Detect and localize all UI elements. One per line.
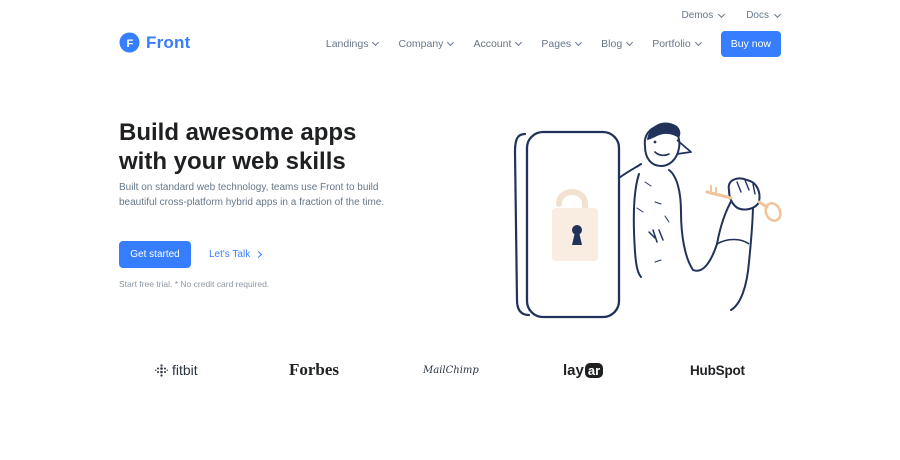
nav-label: Portfolio xyxy=(652,38,691,50)
nav-item-pages[interactable]: Pages xyxy=(541,38,583,50)
forbes-logo: Forbes xyxy=(289,360,340,379)
buy-now-button[interactable]: Buy now xyxy=(720,31,781,57)
nav-label: Pages xyxy=(541,38,572,50)
nav-item-account[interactable]: Account xyxy=(473,38,523,50)
get-started-button[interactable]: Get started xyxy=(119,241,191,268)
top-utility-bar: Demos Docs xyxy=(681,10,782,21)
svg-text:F: F xyxy=(127,38,134,50)
docs-dropdown[interactable]: Docs xyxy=(746,10,782,21)
hero-title-line-2: with your web skills xyxy=(119,148,346,175)
fitbit-text: fitbit xyxy=(172,362,198,378)
lets-talk-link[interactable]: Let's Talk xyxy=(209,241,263,268)
chevron-down-icon xyxy=(694,38,702,47)
chevron-down-icon xyxy=(773,10,782,18)
hero-title: Build awesome apps with your web skills xyxy=(119,118,419,176)
nav-item-blog[interactable]: Blog xyxy=(601,38,634,50)
chevron-down-icon xyxy=(575,38,583,47)
nav-item-company[interactable]: Company xyxy=(398,38,455,50)
nav-label: Landings xyxy=(325,38,369,50)
chevron-right-icon xyxy=(255,250,263,259)
nav-label: Company xyxy=(398,38,444,50)
hero-description: Built on standard web technology, teams … xyxy=(119,182,385,208)
chevron-down-icon xyxy=(372,38,380,47)
hubspot-logo: HubSpot xyxy=(690,362,745,378)
layar-suffix: ar xyxy=(584,362,604,378)
demos-dropdown[interactable]: Demos xyxy=(681,10,726,21)
fitbit-dots-icon xyxy=(155,363,168,377)
main-navigation: Landings Company Account Pages Blog Port… xyxy=(326,31,781,57)
key-ring xyxy=(764,202,782,222)
free-trial-hint: Start free trial. * No credit card requi… xyxy=(119,279,270,289)
door-key-illustration xyxy=(513,122,782,319)
chevron-down-icon xyxy=(626,38,634,47)
hero-title-line-1: Build awesome apps xyxy=(119,119,357,146)
chevron-down-icon xyxy=(447,38,455,47)
fitbit-logo: fitbit xyxy=(155,358,198,382)
layar-logo: lay ar xyxy=(563,358,604,382)
nav-item-landings[interactable]: Landings xyxy=(325,38,380,50)
mailchimp-logo: MailChimp xyxy=(423,364,479,376)
nav-label: Account xyxy=(473,38,512,50)
chevron-down-icon xyxy=(515,38,523,47)
demos-label: Demos xyxy=(681,10,714,21)
nav-item-portfolio[interactable]: Portfolio xyxy=(652,38,702,50)
layar-prefix: lay xyxy=(563,361,584,379)
nav-label: Blog xyxy=(601,38,623,50)
chevron-down-icon xyxy=(718,10,726,18)
logo-text: Front xyxy=(146,32,191,52)
docs-label: Docs xyxy=(746,10,769,21)
brand-logo[interactable]: F Front xyxy=(119,32,190,53)
front-logo-icon: F xyxy=(119,32,140,53)
lets-talk-label: Let's Talk xyxy=(209,249,251,260)
